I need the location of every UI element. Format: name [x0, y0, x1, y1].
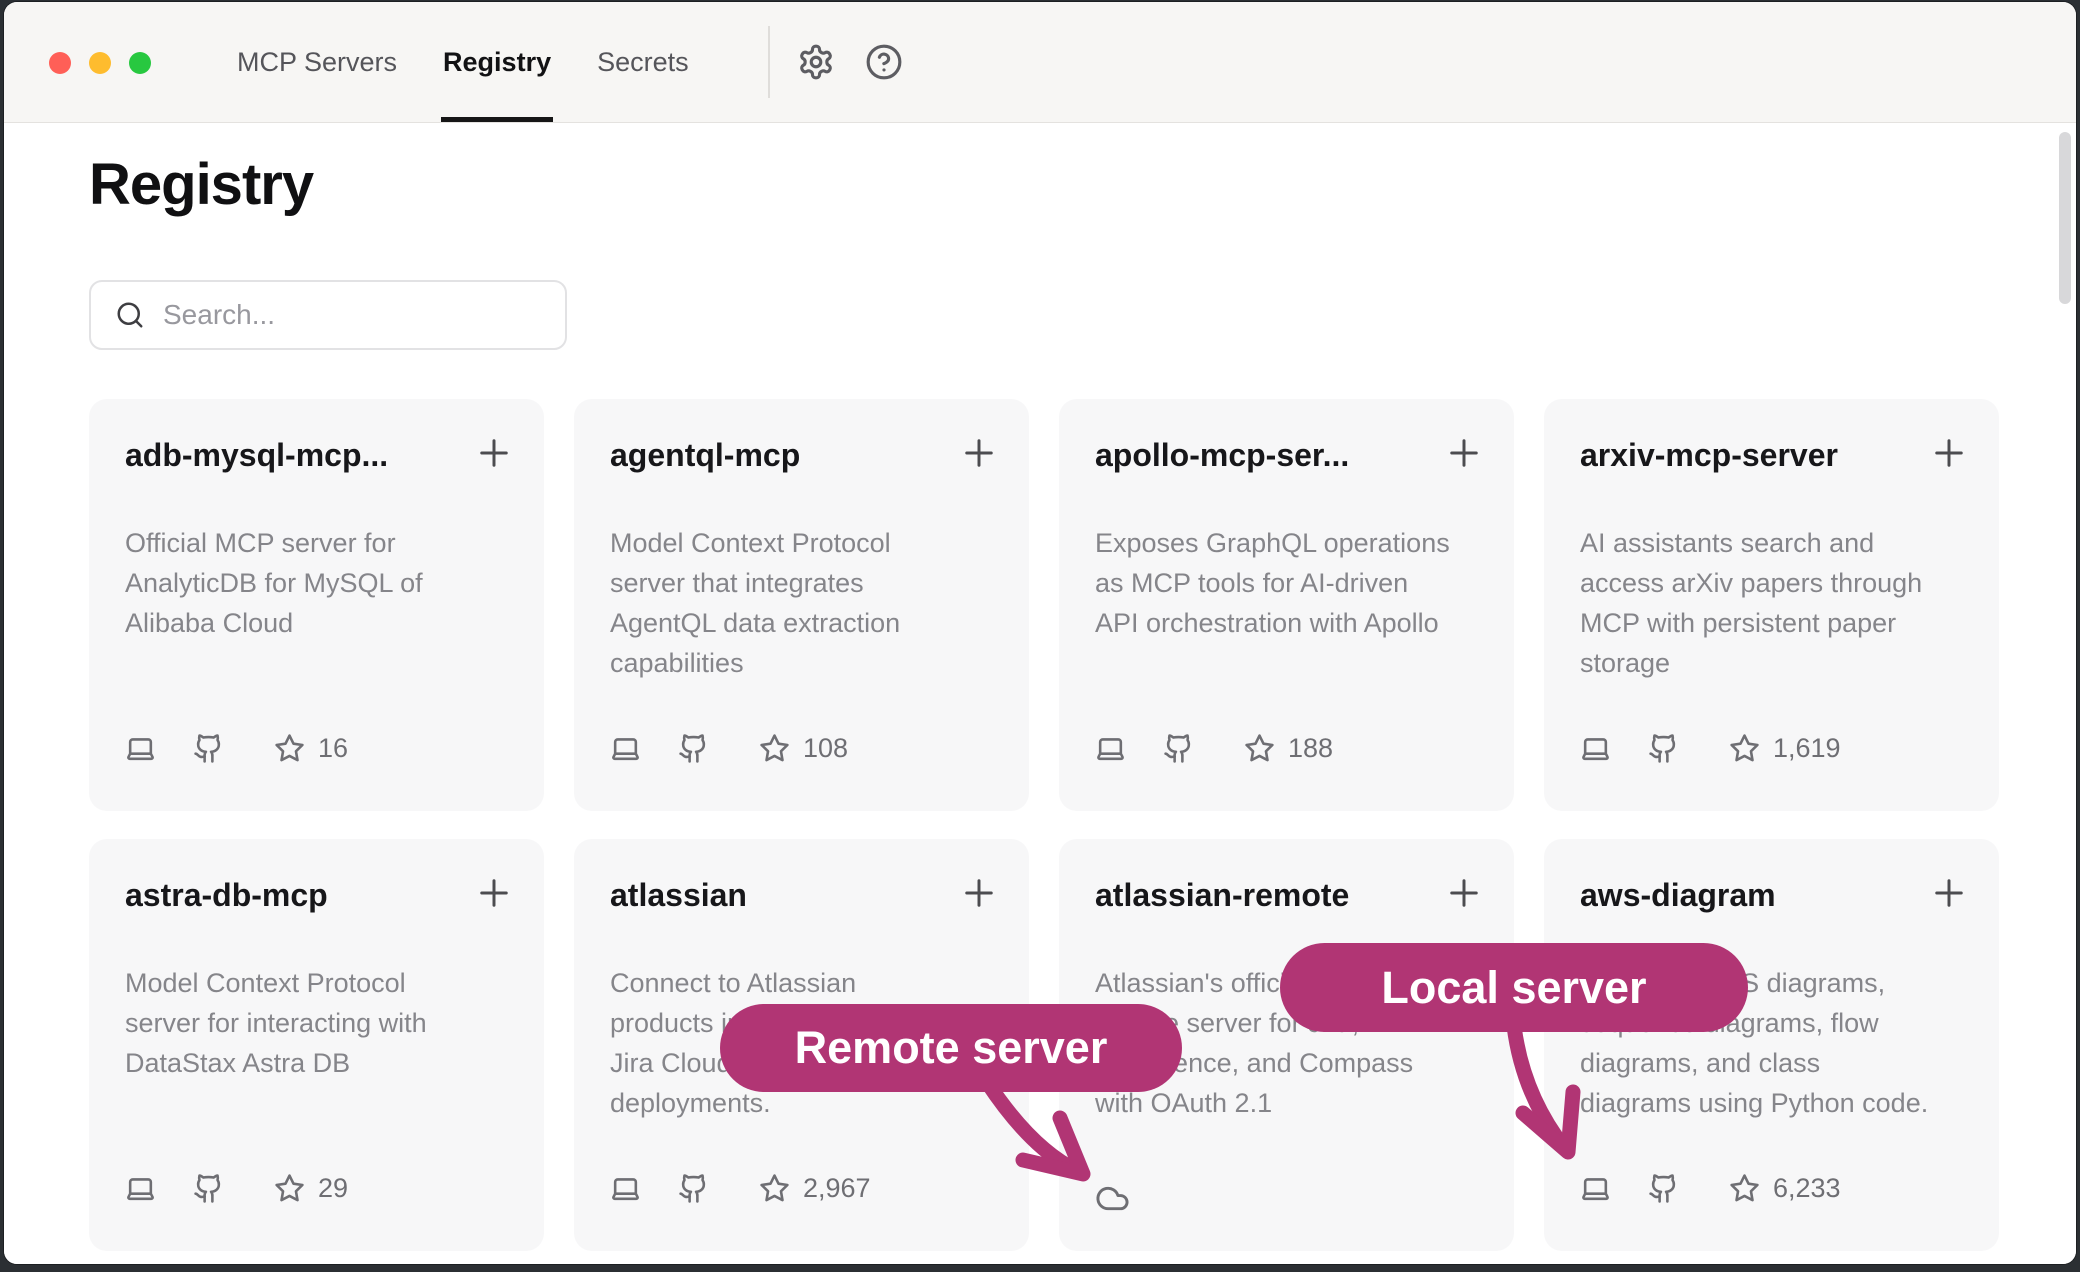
card-stats: 1,619	[1580, 733, 1841, 764]
star-icon	[1729, 733, 1760, 764]
card-stats: 29	[125, 1173, 348, 1204]
laptop-icon	[1580, 1173, 1611, 1204]
zoom-window-button[interactable]	[129, 52, 151, 74]
card-stats: 6,233	[1580, 1173, 1841, 1204]
star-icon	[759, 733, 790, 764]
server-card-apollo-mcp-ser[interactable]: apollo-mcp-ser... Exposes GraphQL operati…	[1059, 399, 1514, 811]
star-count: 29	[318, 1173, 348, 1204]
star-icon	[274, 1173, 305, 1204]
settings-icon[interactable]	[796, 42, 836, 82]
card-stats: 108	[610, 733, 848, 764]
add-server-button[interactable]	[470, 429, 518, 477]
star-count: 188	[1288, 733, 1333, 764]
github-icon	[678, 733, 709, 764]
minimize-window-button[interactable]	[89, 52, 111, 74]
search-box[interactable]	[89, 280, 567, 350]
tab-mcp-servers[interactable]: MCP Servers	[237, 2, 397, 122]
laptop-icon	[125, 1173, 156, 1204]
github-icon	[678, 1173, 709, 1204]
card-description: Exposes GraphQL operationsas MCP tools f…	[1095, 523, 1490, 643]
card-stats: 2,967	[610, 1173, 871, 1204]
star-count: 1,619	[1773, 733, 1841, 764]
server-card-grid: adb-mysql-mcp... Official MCP server forA…	[89, 399, 1999, 1251]
add-server-button[interactable]	[1440, 869, 1488, 917]
card-title: atlassian	[610, 877, 933, 914]
card-stats	[1095, 1181, 1130, 1216]
app-window: MCP Servers Registry Secrets Registry adb-…	[4, 2, 2076, 1264]
card-description: Model Context Protocolserver that integr…	[610, 523, 1005, 683]
star-count: 6,233	[1773, 1173, 1841, 1204]
laptop-icon	[125, 733, 156, 764]
titlebar-divider	[768, 26, 770, 98]
card-title: agentql-mcp	[610, 437, 933, 474]
remote-server-callout: Remote server	[720, 1004, 1182, 1092]
add-server-button[interactable]	[955, 869, 1003, 917]
server-card-arxiv-mcp-server[interactable]: arxiv-mcp-server AI assistants search and…	[1544, 399, 1999, 811]
github-icon	[193, 733, 224, 764]
add-server-button[interactable]	[955, 429, 1003, 477]
laptop-icon	[1095, 733, 1126, 764]
close-window-button[interactable]	[49, 52, 71, 74]
star-icon	[274, 733, 305, 764]
registry-page: Registry adb-mysql-mcp... Official MCP se…	[4, 123, 2076, 1264]
server-card-agentql-mcp[interactable]: agentql-mcp Model Context Protocolserver …	[574, 399, 1029, 811]
server-card-astra-db-mcp[interactable]: astra-db-mcp Model Context Protocolserver…	[89, 839, 544, 1251]
github-icon	[1648, 1173, 1679, 1204]
search-icon	[115, 300, 145, 330]
laptop-icon	[610, 1173, 641, 1204]
page-title: Registry	[89, 153, 313, 217]
cloud-icon	[1095, 1181, 1130, 1216]
add-server-button[interactable]	[1440, 429, 1488, 477]
star-count: 2,967	[803, 1173, 871, 1204]
traffic-lights	[49, 52, 151, 74]
card-description: Model Context Protocolserver for interac…	[125, 963, 520, 1083]
star-icon	[1729, 1173, 1760, 1204]
titlebar-actions	[796, 2, 904, 122]
star-count: 16	[318, 733, 348, 764]
card-description: AI assistants search andaccess arXiv pap…	[1580, 523, 1975, 683]
server-card-adb-mysql-mcp[interactable]: adb-mysql-mcp... Official MCP server forA…	[89, 399, 544, 811]
github-icon	[193, 1173, 224, 1204]
card-description: Official MCP server forAnalyticDB for My…	[125, 523, 520, 643]
tab-registry[interactable]: Registry	[443, 2, 551, 122]
star-icon	[1244, 733, 1275, 764]
github-icon	[1163, 733, 1194, 764]
card-title: astra-db-mcp	[125, 877, 448, 914]
laptop-icon	[610, 733, 641, 764]
star-icon	[759, 1173, 790, 1204]
card-stats: 16	[125, 733, 348, 764]
tab-secrets[interactable]: Secrets	[597, 2, 689, 122]
card-title: adb-mysql-mcp...	[125, 437, 448, 474]
add-server-button[interactable]	[1925, 869, 1973, 917]
add-server-button[interactable]	[470, 869, 518, 917]
card-title: apollo-mcp-ser...	[1095, 437, 1418, 474]
server-card-aws-diagram[interactable]: aws-diagramGenerate AWS diagrams,sequenc…	[1544, 839, 1999, 1251]
help-icon[interactable]	[864, 42, 904, 82]
add-server-button[interactable]	[1925, 429, 1973, 477]
titlebar: MCP Servers Registry Secrets	[4, 2, 2076, 123]
card-title: atlassian-remote	[1095, 877, 1418, 914]
github-icon	[1648, 733, 1679, 764]
card-title: aws-diagram	[1580, 877, 1903, 914]
star-count: 108	[803, 733, 848, 764]
laptop-icon	[1580, 733, 1611, 764]
search-input[interactable]	[161, 298, 525, 332]
scrollbar-thumb[interactable]	[2059, 132, 2071, 304]
card-title: arxiv-mcp-server	[1580, 437, 1903, 474]
local-server-callout: Local server	[1280, 943, 1748, 1032]
card-stats: 188	[1095, 733, 1333, 764]
tab-bar: MCP Servers Registry Secrets	[237, 2, 689, 122]
